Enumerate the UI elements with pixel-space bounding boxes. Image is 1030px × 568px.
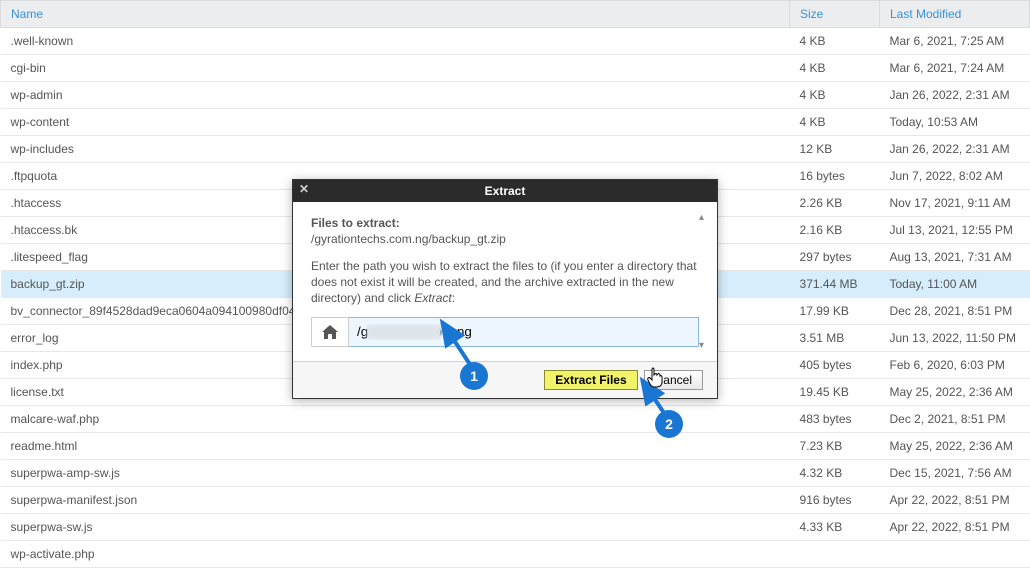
cell-name: wp-includes bbox=[1, 136, 790, 163]
cell-name: cgi-bin bbox=[1, 55, 790, 82]
cell-modified: May 25, 2022, 2:36 AM bbox=[879, 379, 1029, 406]
cell-modified: Jan 26, 2022, 2:31 AM bbox=[879, 82, 1029, 109]
cell-size: 12 KB bbox=[790, 136, 880, 163]
cell-size: 483 bytes bbox=[790, 406, 880, 433]
cell-size: 4.33 KB bbox=[790, 514, 880, 541]
home-button[interactable] bbox=[311, 317, 349, 347]
cell-name: wp-activate.php bbox=[1, 541, 790, 568]
scroll-down-icon[interactable]: ▾ bbox=[699, 340, 715, 351]
cell-size: 2.16 KB bbox=[790, 217, 880, 244]
table-row[interactable]: wp-admin4 KBJan 26, 2022, 2:31 AM bbox=[1, 82, 1030, 109]
cell-name: superpwa-amp-sw.js bbox=[1, 460, 790, 487]
cell-size: 4 KB bbox=[790, 82, 880, 109]
cell-modified: Feb 6, 2020, 6:03 PM bbox=[879, 352, 1029, 379]
table-row[interactable]: superpwa-amp-sw.js4.32 KBDec 15, 2021, 7… bbox=[1, 460, 1030, 487]
cell-modified: Aug 13, 2021, 7:31 AM bbox=[879, 244, 1029, 271]
dialog-scrollbar[interactable]: ▴ ▾ bbox=[699, 212, 715, 351]
cell-modified: May 25, 2022, 2:36 AM bbox=[879, 433, 1029, 460]
cell-modified: Jun 7, 2022, 8:02 AM bbox=[879, 163, 1029, 190]
header-size[interactable]: Size bbox=[790, 1, 880, 28]
table-row[interactable]: wp-includes12 KBJan 26, 2022, 2:31 AM bbox=[1, 136, 1030, 163]
cell-modified: Mar 6, 2021, 7:25 AM bbox=[879, 28, 1029, 55]
cell-name: readme.html bbox=[1, 433, 790, 460]
cell-modified: Jul 13, 2021, 12:55 PM bbox=[879, 217, 1029, 244]
cell-modified: Today, 10:53 AM bbox=[879, 109, 1029, 136]
extract-files-button[interactable]: Extract Files bbox=[544, 370, 637, 390]
cell-name: wp-admin bbox=[1, 82, 790, 109]
cell-modified: Apr 22, 2022, 8:51 PM bbox=[879, 487, 1029, 514]
table-row[interactable]: malcare-waf.php483 bytesDec 2, 2021, 8:5… bbox=[1, 406, 1030, 433]
cell-size: 16 bytes bbox=[790, 163, 880, 190]
cell-size: 4 KB bbox=[790, 109, 880, 136]
path-row bbox=[311, 317, 699, 347]
dialog-header: ✕ Extract bbox=[293, 180, 717, 202]
close-icon[interactable]: ✕ bbox=[299, 182, 309, 196]
cell-modified: Apr 22, 2022, 8:51 PM bbox=[879, 514, 1029, 541]
scroll-up-icon[interactable]: ▴ bbox=[699, 212, 715, 223]
files-label: Files to extract: bbox=[311, 216, 699, 230]
cell-size: 2.26 KB bbox=[790, 190, 880, 217]
cell-size: 916 bytes bbox=[790, 487, 880, 514]
path-input[interactable] bbox=[349, 317, 699, 347]
table-row[interactable]: superpwa-sw.js4.33 KBApr 22, 2022, 8:51 … bbox=[1, 514, 1030, 541]
dialog-body: ▴ ▾ Files to extract: /gyrationtechs.com… bbox=[293, 202, 717, 361]
cell-modified: Today, 11:00 AM bbox=[879, 271, 1029, 298]
dialog-title: Extract bbox=[485, 184, 526, 198]
cell-size: 7.23 KB bbox=[790, 433, 880, 460]
table-row[interactable]: readme.html7.23 KBMay 25, 2022, 2:36 AM bbox=[1, 433, 1030, 460]
table-row[interactable]: .well-known4 KBMar 6, 2021, 7:25 AM bbox=[1, 28, 1030, 55]
cell-modified: Jun 13, 2022, 11:50 PM bbox=[879, 325, 1029, 352]
table-row[interactable]: wp-activate.php bbox=[1, 541, 1030, 568]
hint-text: Enter the path you wish to extract the f… bbox=[311, 258, 699, 307]
cell-modified: Mar 6, 2021, 7:24 AM bbox=[879, 55, 1029, 82]
cell-modified: Jan 26, 2022, 2:31 AM bbox=[879, 136, 1029, 163]
cell-size: 4.32 KB bbox=[790, 460, 880, 487]
cell-size: 3.51 MB bbox=[790, 325, 880, 352]
header-modified[interactable]: Last Modified bbox=[879, 1, 1029, 28]
cell-size: 4 KB bbox=[790, 55, 880, 82]
header-name[interactable]: Name bbox=[1, 1, 790, 28]
cell-modified: Nov 17, 2021, 9:11 AM bbox=[879, 190, 1029, 217]
cell-name: wp-content bbox=[1, 109, 790, 136]
table-row[interactable]: wp-content4 KBToday, 10:53 AM bbox=[1, 109, 1030, 136]
cell-size: 4 KB bbox=[790, 28, 880, 55]
cancel-button[interactable]: Cancel bbox=[644, 370, 703, 390]
cell-name: superpwa-sw.js bbox=[1, 514, 790, 541]
cell-size: 19.45 KB bbox=[790, 379, 880, 406]
cell-name: malcare-waf.php bbox=[1, 406, 790, 433]
home-icon bbox=[322, 325, 338, 339]
cell-modified bbox=[879, 541, 1029, 568]
dialog-footer: Extract Files Cancel bbox=[293, 361, 717, 398]
table-row[interactable]: superpwa-manifest.json916 bytesApr 22, 2… bbox=[1, 487, 1030, 514]
file-path: /gyrationtechs.com.ng/backup_gt.zip bbox=[311, 232, 699, 246]
cell-modified: Dec 28, 2021, 8:51 PM bbox=[879, 298, 1029, 325]
cell-name: .well-known bbox=[1, 28, 790, 55]
table-row[interactable]: cgi-bin4 KBMar 6, 2021, 7:24 AM bbox=[1, 55, 1030, 82]
cell-size: 297 bytes bbox=[790, 244, 880, 271]
cell-name: superpwa-manifest.json bbox=[1, 487, 790, 514]
cell-size: 371.44 MB bbox=[790, 271, 880, 298]
cell-size: 405 bytes bbox=[790, 352, 880, 379]
cell-modified: Dec 2, 2021, 8:51 PM bbox=[879, 406, 1029, 433]
extract-dialog: ✕ Extract ▴ ▾ Files to extract: /gyratio… bbox=[292, 179, 718, 399]
cell-modified: Dec 15, 2021, 7:56 AM bbox=[879, 460, 1029, 487]
cell-size: 17.99 KB bbox=[790, 298, 880, 325]
cell-size bbox=[790, 541, 880, 568]
